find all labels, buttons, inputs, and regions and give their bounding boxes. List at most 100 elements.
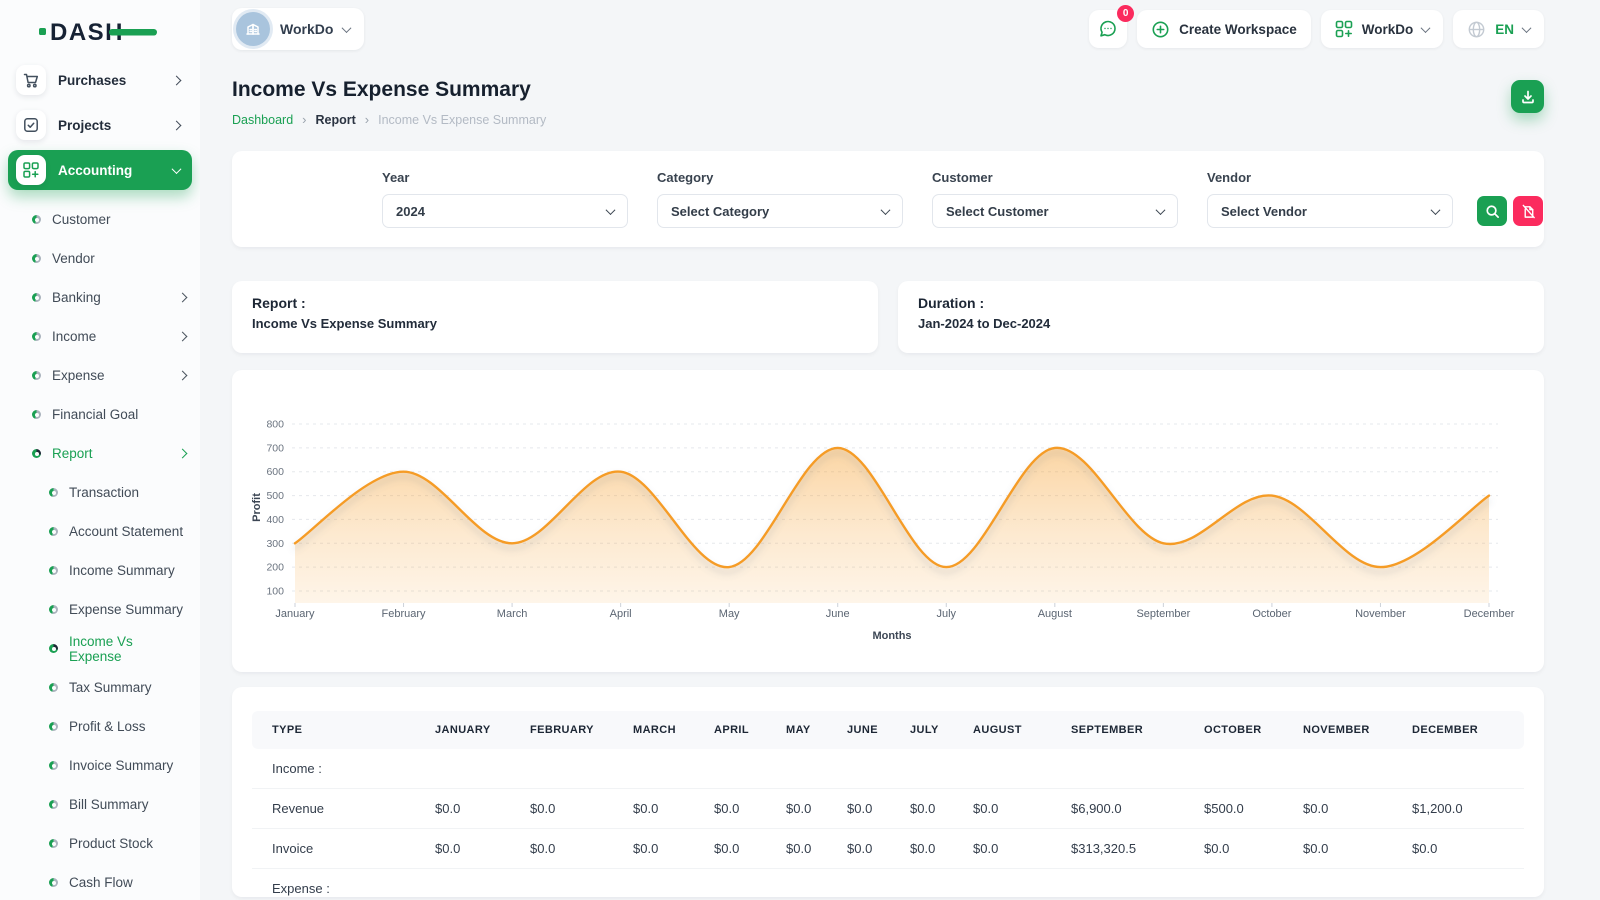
customer-select[interactable]: Select Customer xyxy=(932,194,1178,228)
chevron-down-icon xyxy=(1522,23,1532,33)
svg-text:November: November xyxy=(1355,608,1406,620)
sidebar-item-vendor[interactable]: Vendor xyxy=(0,239,200,278)
value-cell: $0.0 xyxy=(522,829,625,869)
filter-actions xyxy=(1477,196,1543,226)
grid-plus-icon xyxy=(1335,20,1353,38)
info-row: Report : Income Vs Expense Summary Durat… xyxy=(232,281,1544,353)
column-header-september: SEPTEMBER xyxy=(1063,711,1196,749)
svg-text:100: 100 xyxy=(266,586,284,598)
sidebar-item-expense-summary[interactable]: Expense Summary xyxy=(0,590,200,629)
sidebar-item-profit-loss[interactable]: Profit & Loss xyxy=(0,707,200,746)
app-logo[interactable]: DASH xyxy=(0,8,200,54)
reset-filter-button[interactable] xyxy=(1513,196,1543,226)
workspace-avatar xyxy=(236,12,270,46)
bullet-icon xyxy=(32,254,41,263)
column-header-june: JUNE xyxy=(839,711,902,749)
messages-button[interactable]: 0 xyxy=(1089,10,1127,48)
breadcrumb-report[interactable]: Report xyxy=(316,113,356,127)
plus-circle-icon xyxy=(1151,20,1170,39)
topbar: WorkDo 0 Create Wor xyxy=(232,0,1544,58)
sidebar-item-label: Cash Flow xyxy=(69,875,133,890)
column-header-november: NOVEMBER xyxy=(1295,711,1404,749)
table-section-row: Expense : xyxy=(252,869,1524,898)
page-title: Income Vs Expense Summary xyxy=(232,78,546,102)
sidebar-item-financial-goal[interactable]: Financial Goal xyxy=(0,395,200,434)
category-select[interactable]: Select Category xyxy=(657,194,903,228)
table-header-row: TYPEJANUARYFEBRUARYMARCHAPRILMAYJUNEJULY… xyxy=(252,711,1524,749)
value-cell: $0.0 xyxy=(1404,829,1524,869)
sidebar-item-income-summary[interactable]: Income Summary xyxy=(0,551,200,590)
sidebar-item-income[interactable]: Income xyxy=(0,317,200,356)
create-workspace-button[interactable]: Create Workspace xyxy=(1137,10,1311,48)
svg-text:800: 800 xyxy=(266,419,284,431)
sidebar-item-report[interactable]: Report xyxy=(0,434,200,473)
sidebar-item-accounting[interactable]: Accounting xyxy=(8,150,192,190)
app-root: DASH Purchases Projects Accounting Custome… xyxy=(0,0,1600,900)
download-button[interactable] xyxy=(1511,80,1544,113)
workspace-switcher[interactable]: WorkDo xyxy=(232,8,364,50)
sidebar-item-banking[interactable]: Banking xyxy=(0,278,200,317)
breadcrumb-dashboard[interactable]: Dashboard xyxy=(232,113,293,127)
table-section-row: Income : xyxy=(252,749,1524,789)
sidebar-item-projects[interactable]: Projects xyxy=(8,105,192,145)
bullet-icon xyxy=(49,644,58,653)
column-header-march: MARCH xyxy=(625,711,706,749)
chevron-right-icon xyxy=(178,371,188,381)
sidebar-item-label: Account Statement xyxy=(69,524,183,539)
building-icon xyxy=(244,20,262,38)
sidebar-item-invoice-summary[interactable]: Invoice Summary xyxy=(0,746,200,785)
cart-icon xyxy=(16,65,46,95)
column-header-type: TYPE xyxy=(252,711,427,749)
duration-card-value: Jan-2024 to Dec-2024 xyxy=(918,316,1524,331)
chevron-down-icon xyxy=(881,205,891,215)
vendor-select[interactable]: Select Vendor xyxy=(1207,194,1453,228)
breadcrumb-separator: › xyxy=(302,112,306,127)
year-select[interactable]: 2024 xyxy=(382,194,628,228)
svg-text:Months: Months xyxy=(872,630,911,642)
filter-label: Category xyxy=(657,170,903,185)
column-header-july: JULY xyxy=(902,711,965,749)
value-cell: $0.0 xyxy=(1295,829,1404,869)
value-cell: $0.0 xyxy=(1196,829,1295,869)
sidebar-item-cash-flow[interactable]: Cash Flow xyxy=(0,863,200,900)
sidebar-item-product-stock[interactable]: Product Stock xyxy=(0,824,200,863)
sidebar-item-purchases[interactable]: Purchases xyxy=(8,60,192,100)
chevron-down-icon xyxy=(1431,205,1441,215)
value-cell: $0.0 xyxy=(1295,789,1404,829)
select-value: Select Vendor xyxy=(1221,204,1307,219)
sidebar-item-label: Projects xyxy=(58,118,161,133)
bullet-icon xyxy=(49,839,58,848)
chevron-right-icon xyxy=(178,449,188,459)
search-button[interactable] xyxy=(1477,196,1507,226)
sidebar-item-account-statement[interactable]: Account Statement xyxy=(0,512,200,551)
value-cell: $0.0 xyxy=(427,789,522,829)
filter-vendor: VendorSelect Vendor xyxy=(1207,170,1453,228)
workspace-dropdown[interactable]: WorkDo xyxy=(1321,10,1444,48)
chevron-right-icon xyxy=(178,293,188,303)
row-type-cell: Invoice xyxy=(252,829,427,869)
bullet-icon xyxy=(49,527,58,536)
sidebar-item-label: Transaction xyxy=(69,485,139,500)
value-cell: $0.0 xyxy=(839,829,902,869)
sidebar-item-transaction[interactable]: Transaction xyxy=(0,473,200,512)
sidebar-item-label: Income xyxy=(52,329,96,344)
value-cell: $0.0 xyxy=(778,829,839,869)
chart-card: 100200300400500600700800JanuaryFebruaryM… xyxy=(232,370,1544,672)
workspace-dropdown-label: WorkDo xyxy=(1362,22,1414,37)
bullet-icon xyxy=(32,332,41,341)
table-section-label: Income : xyxy=(252,749,1524,789)
sidebar-item-label: Customer xyxy=(52,212,111,227)
sidebar-item-tax-summary[interactable]: Tax Summary xyxy=(0,668,200,707)
bullet-icon xyxy=(32,293,41,302)
sidebar-item-label: Profit & Loss xyxy=(69,719,146,734)
value-cell: $0.0 xyxy=(625,789,706,829)
chat-bubble-icon xyxy=(1098,19,1118,39)
dash-logo-icon: DASH xyxy=(39,16,161,46)
language-selector[interactable]: EN xyxy=(1453,10,1544,48)
sidebar-item-bill-summary[interactable]: Bill Summary xyxy=(0,785,200,824)
svg-text:300: 300 xyxy=(266,538,284,550)
sidebar-item-income-vs-expense[interactable]: Income Vs Expense xyxy=(0,629,200,668)
sidebar-item-expense[interactable]: Expense xyxy=(0,356,200,395)
sidebar-item-customer[interactable]: Customer xyxy=(0,200,200,239)
table-row: Invoice$0.0$0.0$0.0$0.0$0.0$0.0$0.0$0.0$… xyxy=(252,829,1524,869)
